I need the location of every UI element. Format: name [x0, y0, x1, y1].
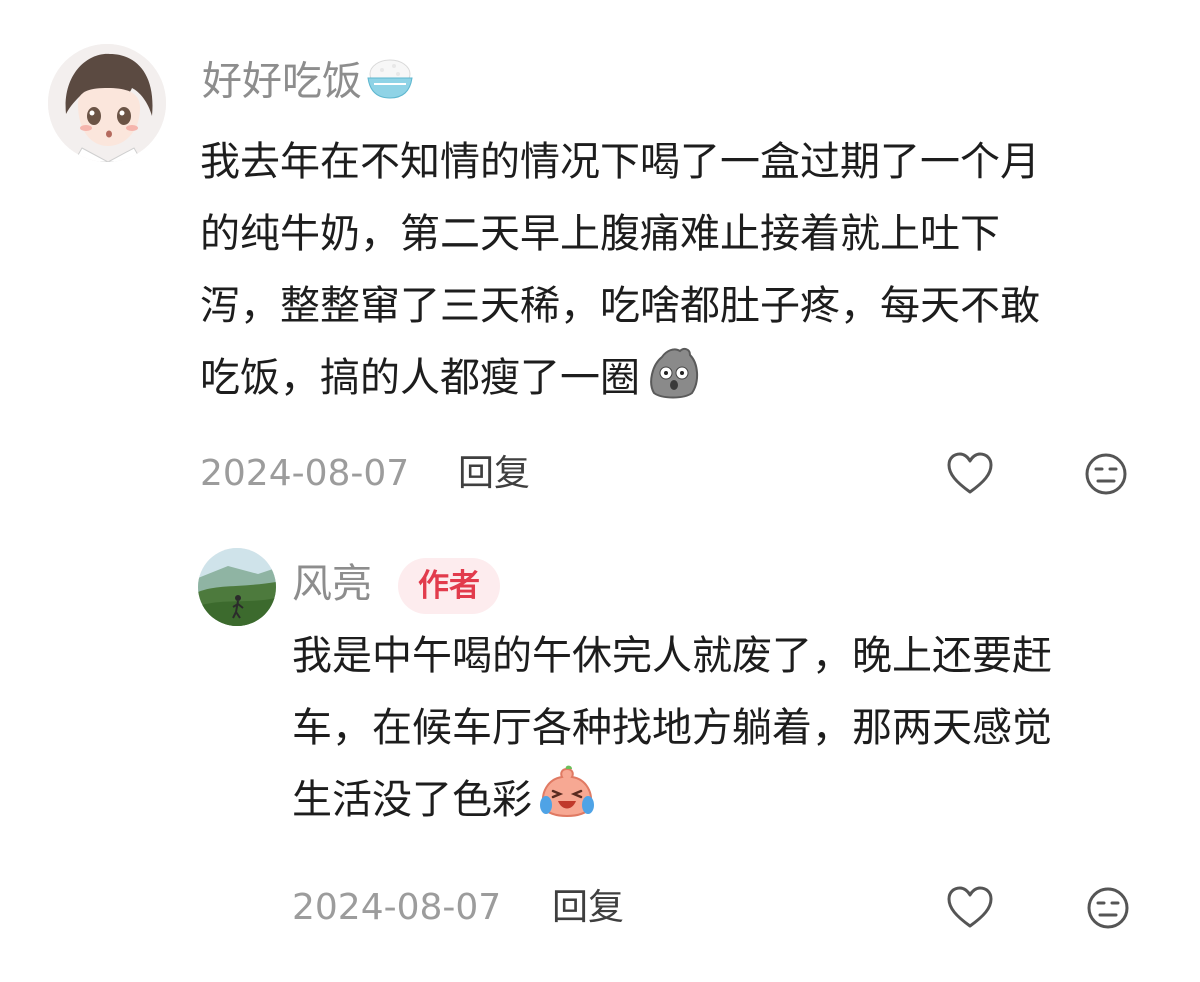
username-text: 好好吃饭 [202, 58, 362, 105]
comment-text: 我是中午喝的午休完人就废了，晚上还要赶 车，在候车厅各种找地方躺着，那两天感觉 … [292, 620, 1172, 846]
comment-date: 2024-08-07 [292, 887, 502, 928]
reply-comment: 风亮 作者 我是中午喝的午休完人就废了，晚上还要赶 车，在候车厅各种找地方躺着，… [0, 540, 1200, 980]
username[interactable]: 好好吃饭 [202, 54, 416, 113]
avatar[interactable] [48, 44, 166, 162]
author-badge: 作者 [398, 558, 500, 614]
comment-text-line: 吃饭，搞的人都瘦了一圈 [200, 355, 640, 401]
comment-text-line: 生活没了色彩 [292, 777, 532, 823]
rice-bowl-icon [364, 54, 416, 113]
comment-date: 2024-08-07 [200, 453, 410, 494]
landscape-avatar-icon [198, 548, 276, 626]
heart-icon [947, 452, 993, 494]
neutral-face-icon [1087, 887, 1129, 929]
shocked-rock-icon [644, 343, 702, 424]
emotion-button[interactable] [1080, 448, 1132, 500]
comment-text-line: 我是中午喝的午休完人就废了，晚上还要赶 [292, 633, 1052, 679]
like-button[interactable] [944, 448, 996, 500]
avatar[interactable] [198, 548, 276, 626]
like-button[interactable] [944, 882, 996, 934]
comment-text-line: 我去年在不知情的情况下喝了一盒过期了一个月 [200, 139, 1040, 185]
anime-boy-avatar-icon [48, 44, 166, 162]
emotion-button[interactable] [1082, 882, 1134, 934]
comment-text-line: 泻，整整窜了三天稀，吃啥都肚子疼，每天不敢 [200, 283, 1040, 329]
heart-icon [947, 886, 993, 928]
comment: 好好吃饭 我去年在不知情的情况下喝了一盒过期了一个月 的纯牛奶，第二天早上腹痛难… [0, 0, 1200, 520]
reply-button[interactable]: 回复 [458, 452, 530, 496]
reply-button[interactable]: 回复 [552, 886, 624, 930]
comment-text-line: 的纯牛奶，第二天早上腹痛难止接着就上吐下 [200, 211, 1000, 257]
neutral-face-icon [1085, 453, 1127, 495]
comment-text: 我去年在不知情的情况下喝了一盒过期了一个月 的纯牛奶，第二天早上腹痛难止接着就上… [200, 126, 1170, 424]
username[interactable]: 风亮 [292, 560, 372, 608]
laughing-crying-peach-icon [536, 765, 598, 846]
comment-text-line: 车，在候车厅各种找地方躺着，那两天感觉 [292, 705, 1052, 751]
